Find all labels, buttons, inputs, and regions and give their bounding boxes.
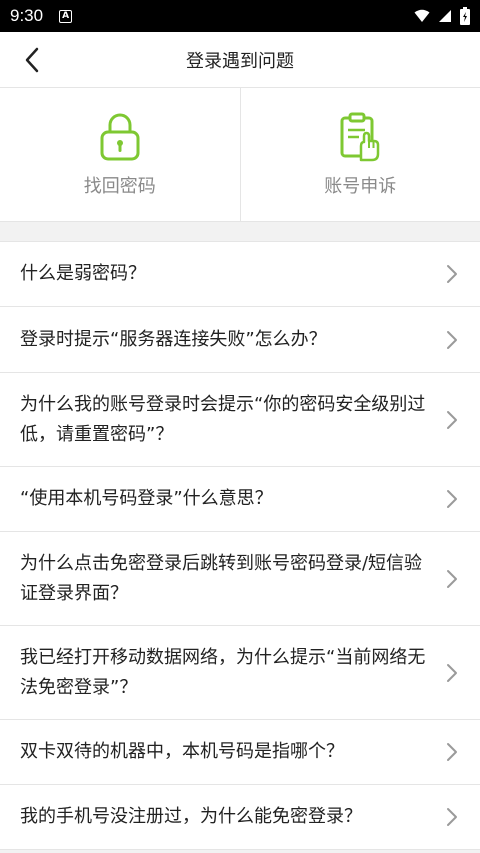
recover-password-label: 找回密码 bbox=[83, 175, 156, 197]
section-divider bbox=[0, 222, 480, 242]
battery-icon bbox=[460, 7, 470, 25]
faq-question: 什么是弱密码？ bbox=[20, 263, 146, 284]
faq-item[interactable]: 双卡双待的机器中，本机号码是指哪个？ bbox=[0, 720, 480, 785]
chevron-right-icon bbox=[444, 569, 460, 589]
faq-question: 为什么我的账号登录时会提示“你的密码安全级别过低，请重置密码”？ bbox=[20, 393, 426, 445]
status-icons bbox=[414, 0, 470, 32]
faq-item[interactable]: 我已经打开移动数据网络，为什么提示“当前网络无法免密登录”？ bbox=[0, 626, 480, 720]
clipboard-hand-icon bbox=[340, 112, 380, 161]
recover-password-button[interactable]: 找回密码 bbox=[0, 88, 240, 221]
faq-item[interactable]: “使用本机号码登录”什么意思？ bbox=[0, 467, 480, 532]
chevron-right-icon bbox=[444, 264, 460, 284]
wifi-icon bbox=[414, 9, 430, 22]
account-appeal-button[interactable]: 账号申诉 bbox=[239, 88, 480, 221]
faq-item[interactable]: 什么是弱密码？ bbox=[0, 242, 480, 307]
chevron-right-icon bbox=[444, 330, 460, 350]
faq-question: “使用本机号码登录”什么意思？ bbox=[20, 488, 273, 509]
faq-question: 登录时提示“服务器连接失败”怎么办？ bbox=[20, 328, 327, 350]
faq-list: 什么是弱密码？ 登录时提示“服务器连接失败”怎么办？ 为什么我的账号登录时会提示… bbox=[0, 242, 480, 850]
chevron-right-icon bbox=[444, 742, 460, 762]
notification-badge: A bbox=[59, 9, 73, 23]
faq-item[interactable]: 为什么点击免密登录后跳转到账号密码登录/短信验证登录界面？ bbox=[0, 532, 480, 626]
status-time: 9:30 bbox=[10, 6, 44, 25]
faq-item[interactable]: 为什么我的账号登录时会提示“你的密码安全级别过低，请重置密码”？ bbox=[0, 373, 480, 467]
faq-question: 双卡双待的机器中，本机号码是指哪个？ bbox=[20, 741, 344, 762]
faq-question: 为什么点击免密登录后跳转到账号密码登录/短信验证登录界面？ bbox=[20, 552, 423, 604]
lock-icon bbox=[100, 113, 140, 160]
chevron-right-icon bbox=[444, 663, 460, 683]
faq-item[interactable]: 我的手机号没注册过，为什么能免密登录？ bbox=[0, 785, 480, 850]
quick-actions: 找回密码 账号申诉 bbox=[0, 88, 480, 222]
status-bar: 9:30 A bbox=[0, 0, 480, 32]
faq-question: 我已经打开移动数据网络，为什么提示“当前网络无法免密登录”？ bbox=[20, 646, 426, 698]
page-title: 登录遇到问题 bbox=[186, 50, 294, 72]
chevron-right-icon bbox=[444, 489, 460, 509]
app-bar: 登录遇到问题 bbox=[0, 32, 480, 88]
signal-icon bbox=[439, 10, 451, 22]
chevron-right-icon bbox=[444, 807, 460, 827]
chevron-right-icon bbox=[444, 410, 460, 430]
account-appeal-label: 账号申诉 bbox=[324, 175, 397, 197]
chevron-left-icon bbox=[25, 47, 39, 73]
back-button[interactable] bbox=[16, 44, 48, 76]
faq-question: 我的手机号没注册过，为什么能免密登录？ bbox=[20, 806, 362, 827]
faq-item[interactable]: 登录时提示“服务器连接失败”怎么办？ bbox=[0, 307, 480, 373]
